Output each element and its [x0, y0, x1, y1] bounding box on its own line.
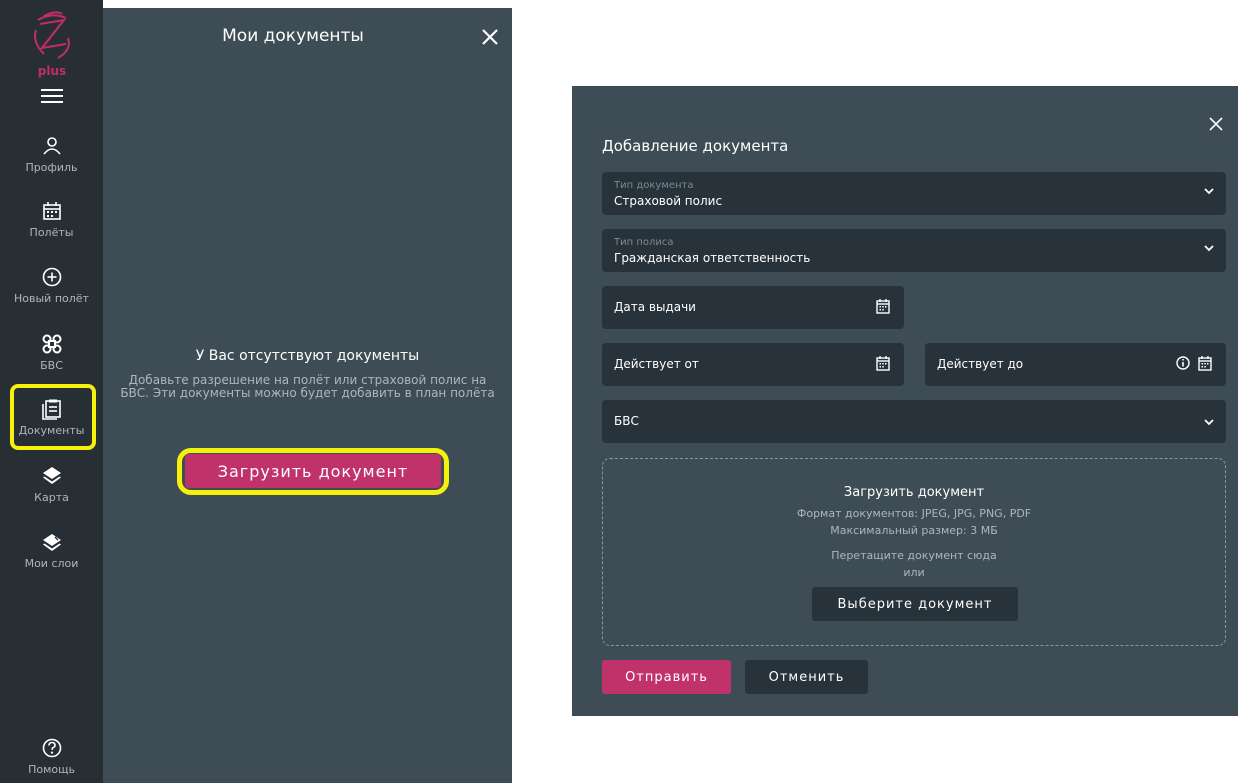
info-icon[interactable] [1176, 356, 1190, 370]
cancel-button[interactable]: Отменить [745, 660, 868, 694]
submit-button[interactable]: Отправить [602, 660, 731, 694]
plus-circle-icon [42, 267, 61, 287]
sidebar-item-uav[interactable]: БВС [0, 333, 103, 372]
layers-custom-icon [42, 534, 61, 551]
policy-type-select[interactable]: Тип полиса Гражданская ответственность [602, 229, 1226, 272]
doc-type-select[interactable]: Тип документа Страховой полис [602, 172, 1226, 215]
empty-state-title: У Вас отсутствуют документы [195, 348, 420, 364]
dropzone-title: Загрузить документ [843, 485, 985, 500]
app-logo[interactable]: plus [28, 8, 76, 84]
calendar-icon[interactable] [876, 355, 890, 371]
dropzone-formats: Формат документов: JPEG, JPG, PNG, PDF [796, 507, 1032, 520]
choose-document-button[interactable]: Выберите документ [812, 587, 1018, 621]
chevron-down-icon [1204, 245, 1214, 252]
valid-from-field[interactable]: Действует от [602, 343, 904, 386]
highlight-documents-frame [10, 384, 96, 450]
logo-text: plus [37, 64, 67, 78]
uav-select[interactable]: БВС [602, 400, 1226, 443]
logo-mark-icon [34, 11, 70, 59]
sidebar-item-label: Профиль [25, 161, 78, 174]
sidebar-item-my-layers[interactable]: Мои слои [0, 531, 103, 570]
close-icon[interactable] [1209, 117, 1223, 131]
documents-panel: Мои документы У Вас отсутствуют документ… [103, 8, 512, 783]
sidebar-item-label: Полёты [29, 226, 74, 239]
sidebar-item-flights[interactable]: Полёты [0, 200, 103, 239]
drone-icon [42, 334, 61, 354]
field-label: Тип документа [614, 180, 694, 191]
sidebar-item-label: Мои слои [24, 557, 79, 570]
valid-to-field[interactable]: Действует до [925, 343, 1226, 386]
upload-document-button[interactable]: Загрузить документ [185, 454, 441, 488]
sidebar-item-label: Новый полёт [14, 292, 89, 305]
close-icon[interactable] [481, 28, 499, 46]
sidebar-item-profile[interactable]: Профиль [0, 135, 103, 174]
sidebar-item-label: Помощь [28, 763, 75, 776]
dialog-title: Добавление документа [602, 137, 789, 155]
sidebar-item-help[interactable]: Помощь [0, 737, 103, 776]
issue-date-field[interactable]: Дата выдачи [602, 286, 904, 329]
field-label: Тип полиса [614, 237, 674, 248]
sidebar-item-label: Карта [34, 491, 69, 504]
chevron-down-icon [1204, 419, 1214, 426]
field-placeholder: Действует до [937, 357, 1024, 371]
calendar-icon[interactable] [1198, 355, 1212, 371]
sidebar: plus Профиль Полёты Новый полёт БВС Доку… [0, 0, 103, 783]
hamburger-menu-button[interactable] [41, 89, 63, 105]
user-icon [42, 137, 61, 155]
field-value: Гражданская ответственность [614, 251, 811, 265]
field-value: Страховой полис [614, 194, 723, 208]
dropzone-drag-hint: Перетащите документ сюда [831, 549, 997, 562]
sidebar-item-new-flight[interactable]: Новый полёт [0, 266, 103, 305]
file-dropzone[interactable]: Загрузить документ Формат документов: JP… [602, 458, 1226, 646]
field-placeholder: Действует от [614, 357, 699, 371]
help-icon [42, 738, 61, 758]
layers-icon [42, 467, 61, 484]
add-document-dialog: Добавление документа Тип документа Страх… [572, 86, 1238, 716]
field-placeholder: БВС [614, 414, 639, 428]
empty-state-description: Добавьте разрешение на полёт или страхов… [120, 373, 495, 400]
panel-title: Мои документы [222, 26, 364, 46]
chevron-down-icon [1204, 188, 1214, 195]
dropzone-max-size: Максимальный размер: 3 МБ [830, 524, 998, 537]
sidebar-item-label: БВС [40, 359, 63, 372]
sidebar-item-map[interactable]: Карта [0, 465, 103, 504]
dropzone-or: или [903, 566, 925, 579]
field-placeholder: Дата выдачи [614, 300, 696, 314]
calendar-icon[interactable] [876, 298, 890, 314]
calendar-icon [42, 202, 61, 220]
